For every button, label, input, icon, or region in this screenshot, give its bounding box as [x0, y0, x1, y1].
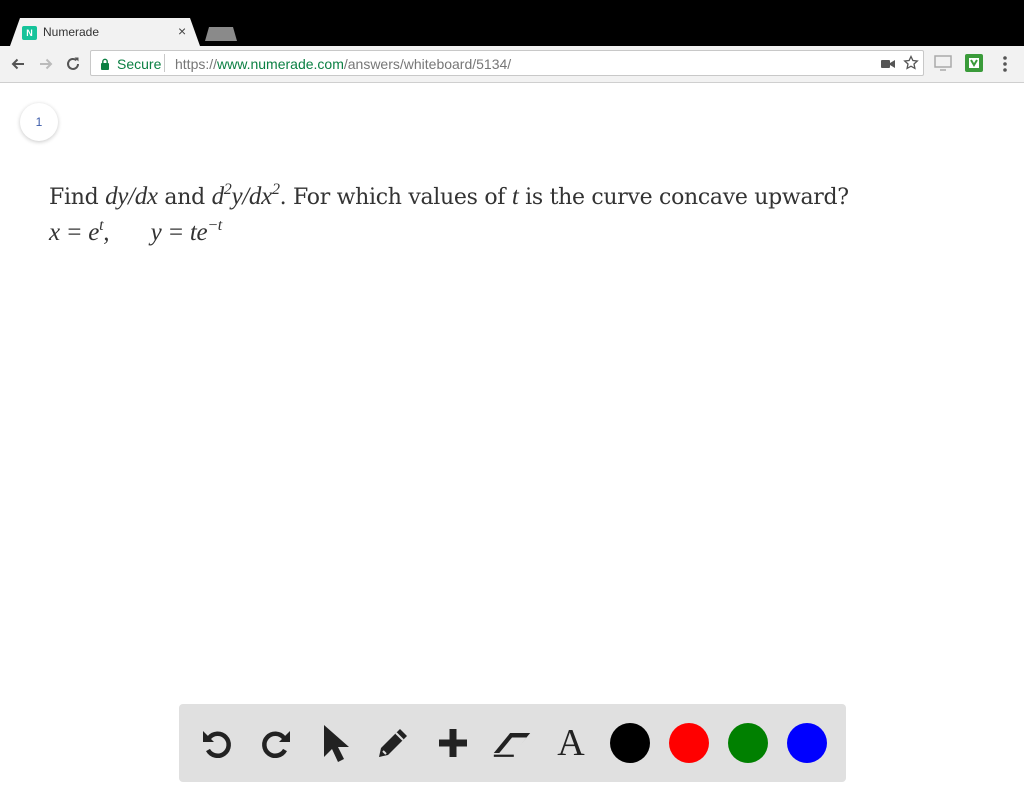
url-scheme: https:// [175, 56, 218, 72]
extension-icon[interactable] [965, 54, 983, 72]
color-green-swatch[interactable] [728, 723, 768, 763]
math-x-equation: x = et, [49, 217, 110, 246]
undo-icon[interactable] [197, 723, 237, 763]
math-y-dx: y/dx [231, 183, 272, 210]
pencil-icon[interactable] [373, 723, 413, 763]
math-d: d [211, 183, 225, 210]
page-number-badge[interactable]: 1 [20, 103, 58, 141]
math-comma: , [103, 219, 110, 246]
browser-tab[interactable]: N Numerade × [10, 18, 200, 46]
color-black-swatch[interactable] [610, 723, 650, 763]
url-path: /answers/whiteboard/5134/ [343, 56, 512, 72]
reload-icon[interactable] [64, 55, 82, 73]
eraser-icon[interactable] [492, 723, 532, 763]
math-x-eq: x = e [49, 219, 100, 246]
math-y-equation: y = te−t [150, 217, 223, 246]
menu-icon[interactable] [1002, 55, 1008, 73]
star-icon[interactable] [903, 55, 919, 71]
camera-icon[interactable] [881, 59, 895, 69]
url-divider [164, 54, 165, 72]
math-y-exponent: −t [207, 217, 222, 234]
url-text[interactable]: https://www.numerade.com/answers/whitebo… [175, 56, 511, 72]
question-for-which: . For which values of [279, 185, 506, 210]
math-t: t [511, 183, 519, 210]
question-find: Find [49, 185, 99, 210]
question-line-1: Find dy/dx and d2y/dx2. For which values… [49, 181, 1009, 211]
pointer-icon[interactable] [314, 723, 354, 763]
text-icon[interactable]: A [551, 723, 591, 763]
math-dy-dx: dy/dx [105, 183, 158, 210]
address-bar[interactable]: Secure https://www.numerade.com/answers/… [90, 50, 924, 76]
math-y-eq: y = te [150, 219, 208, 246]
text-tool-glyph: A [557, 722, 585, 764]
numerade-favicon-icon: N [22, 26, 37, 40]
lock-icon [101, 58, 109, 70]
plus-icon[interactable] [433, 723, 473, 763]
tab-close-icon[interactable]: × [178, 23, 186, 39]
forward-icon[interactable] [37, 55, 55, 73]
tab-strip: N Numerade × [0, 0, 1024, 46]
question-text: Find dy/dx and d2y/dx2. For which values… [49, 181, 1009, 247]
secure-label: Secure [117, 56, 162, 72]
back-icon[interactable] [9, 55, 27, 73]
redo-icon[interactable] [256, 723, 296, 763]
color-blue-swatch[interactable] [787, 723, 827, 763]
color-red-swatch[interactable] [669, 723, 709, 763]
question-rest: is the curve concave upward? [525, 185, 849, 210]
browser-toolbar: Secure https://www.numerade.com/answers/… [0, 46, 1024, 83]
question-line-2: x = et, y = te−t [49, 217, 1009, 247]
url-domain: www.numerade.com [217, 56, 344, 72]
drawing-toolbar: A [179, 704, 846, 782]
tab-title: Numerade [43, 25, 100, 39]
question-and: and [164, 185, 205, 210]
math-second-derivative: d2y/dx2 [211, 181, 280, 210]
new-tab-button[interactable] [205, 27, 237, 41]
screen-icon[interactable] [934, 55, 952, 71]
math-exponent: 2 [271, 181, 280, 198]
